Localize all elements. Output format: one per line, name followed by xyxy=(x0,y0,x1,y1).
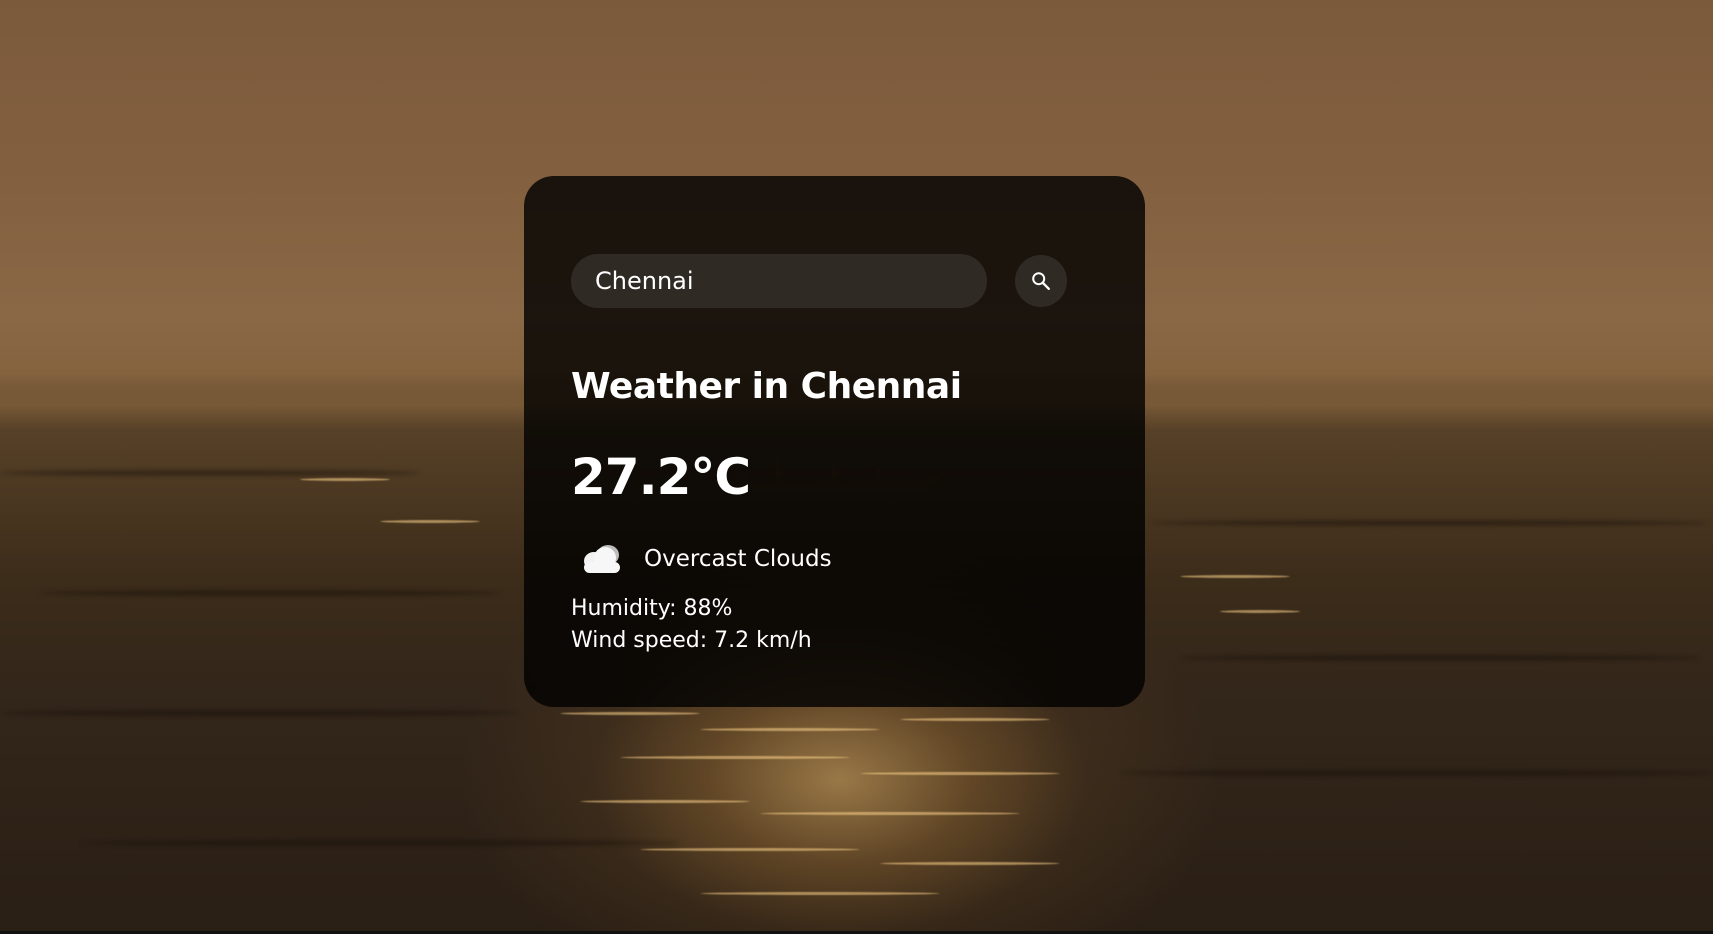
wave-glint xyxy=(1180,575,1290,578)
wave-glint xyxy=(620,756,850,759)
wave-glint xyxy=(880,862,1060,865)
search-bar xyxy=(571,254,1067,308)
wave-glint xyxy=(560,712,700,715)
wave xyxy=(0,710,520,716)
wave-glint xyxy=(300,478,390,481)
condition-description: Overcast Clouds xyxy=(644,546,832,572)
search-button[interactable] xyxy=(1015,255,1067,307)
wave-glint xyxy=(900,718,1050,721)
wave-glint xyxy=(760,812,1020,815)
city-title: Weather in Chennai xyxy=(571,366,962,407)
wave xyxy=(80,840,680,846)
temperature: 27.2°C xyxy=(571,448,751,506)
wave-glint xyxy=(700,728,880,731)
condition-row: Overcast Clouds xyxy=(576,542,832,576)
wave-glint xyxy=(1220,610,1300,613)
wave-glint xyxy=(380,520,480,523)
wave-glint xyxy=(700,892,940,895)
wave xyxy=(40,590,500,596)
humidity: Humidity: 88% xyxy=(571,596,733,621)
wind-speed: Wind speed: 7.2 km/h xyxy=(571,628,812,653)
weather-card: Weather in Chennai 27.2°C Overcast Cloud… xyxy=(524,176,1145,707)
wave xyxy=(1150,520,1710,526)
search-input[interactable] xyxy=(571,254,987,308)
wave xyxy=(1120,770,1713,776)
search-icon xyxy=(1032,272,1050,290)
boat-silhouette xyxy=(734,456,946,490)
cloud-icon xyxy=(584,545,620,573)
wave-glint xyxy=(640,848,860,851)
wave xyxy=(0,470,420,476)
wave-glint xyxy=(580,800,750,803)
wave xyxy=(1180,655,1700,661)
wave-glint xyxy=(860,772,1060,775)
